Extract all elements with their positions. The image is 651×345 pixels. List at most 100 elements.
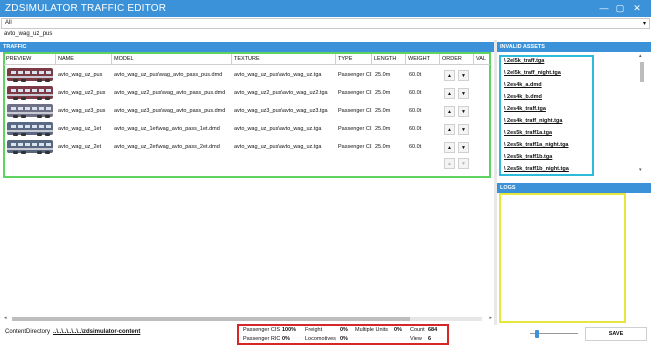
invalid-asset-item[interactable]: \ 2es5k_traff1a_night.tga bbox=[504, 142, 569, 148]
horizontal-scrollbar[interactable]: ◂ ▸ bbox=[4, 315, 492, 322]
invalid-asset-item[interactable]: \ 2es5k_traff1b.tga bbox=[504, 154, 552, 160]
selected-item-name: avto_wag_uz_pus bbox=[4, 31, 53, 37]
wagon-stripe bbox=[7, 76, 53, 78]
wagon-wheel bbox=[13, 79, 18, 82]
freight-label: Freight bbox=[305, 327, 323, 333]
move-up-button[interactable]: ▲ bbox=[444, 142, 455, 153]
move-down-button[interactable]: ▼ bbox=[458, 124, 469, 135]
invalid-asset-item[interactable]: \ 2es4k_traff_night.tga bbox=[504, 118, 562, 124]
wagon-wheel bbox=[13, 133, 18, 136]
move-down-button[interactable]: ▼ bbox=[458, 88, 469, 99]
locomotives-label: Locomotives bbox=[305, 336, 336, 342]
wagon-window bbox=[25, 125, 30, 128]
wagon-wheel bbox=[13, 115, 18, 118]
move-up-button[interactable]: ▲ bbox=[444, 88, 455, 99]
cell-model: avto_wag_uz2_pus\wag_avto_pass_pus.dmd bbox=[114, 90, 226, 96]
move-up-button[interactable]: ▲ bbox=[444, 106, 455, 117]
invalid-asset-item[interactable]: \ 2es4k_traff.tga bbox=[504, 106, 546, 112]
table-row[interactable]: avto_wag_uz_pus avto_wag_uz_pus\wag_avto_… bbox=[4, 66, 490, 84]
move-down-button[interactable]: ▼ bbox=[458, 106, 469, 117]
move-down-button[interactable]: ▼ bbox=[458, 142, 469, 153]
cell-length: 25.0m bbox=[375, 72, 391, 78]
category-filter-select[interactable]: All ▾ bbox=[1, 18, 650, 29]
passenger-ric-value: 0% bbox=[282, 336, 290, 342]
col-type[interactable]: TYPE bbox=[336, 54, 372, 65]
wagon-window bbox=[11, 125, 16, 128]
wagon-window bbox=[46, 125, 51, 128]
invalid-asset-item[interactable]: \ 2es4k_a.dmd bbox=[504, 82, 542, 88]
col-preview[interactable]: PREVIEW bbox=[4, 54, 56, 65]
scroll-right-icon[interactable]: ▸ bbox=[489, 315, 492, 321]
zoom-slider[interactable] bbox=[530, 330, 578, 338]
col-name[interactable]: NAME bbox=[56, 54, 112, 65]
invalid-asset-item[interactable]: \ 2es5k_traff1a.tga bbox=[504, 130, 552, 136]
col-order[interactable]: ORDER bbox=[440, 54, 474, 65]
wagon-window bbox=[39, 107, 44, 110]
count-value: 684 bbox=[428, 327, 438, 333]
cell-type: Passenger CIS bbox=[338, 126, 372, 132]
wagon-stripe bbox=[7, 130, 53, 132]
wagon-window bbox=[11, 71, 16, 74]
invalid-assets-scrollbar[interactable]: ▴ ▾ bbox=[638, 53, 646, 175]
wagon-wheel bbox=[37, 97, 42, 100]
wagon-preview-image bbox=[7, 104, 53, 118]
col-val[interactable]: VAL bbox=[474, 54, 490, 65]
content-directory-link[interactable]: ..\..\..\..\..\..\zdsimulator-content bbox=[53, 329, 140, 335]
move-up-button[interactable]: ▲ bbox=[444, 124, 455, 135]
logs-header: LOGS bbox=[497, 183, 651, 193]
scroll-down-icon[interactable]: ▾ bbox=[639, 167, 642, 173]
cell-texture: avto_wag_uz3_pus\avto_wag_uz3.tga bbox=[234, 108, 328, 114]
col-texture[interactable]: TEXTURE bbox=[232, 54, 336, 65]
table-row[interactable]: avto_wag_uz_1et avto_wag_uz_1et\wag_avto_… bbox=[4, 120, 490, 138]
wagon-window bbox=[11, 107, 16, 110]
scroll-thumb[interactable] bbox=[640, 62, 644, 82]
save-button[interactable]: SAVE bbox=[585, 327, 647, 341]
cell-weight: 60.0t bbox=[409, 108, 422, 114]
cell-texture: avto_wag_uz_pus\avto_wag_uz.tga bbox=[234, 126, 322, 132]
col-length[interactable]: LENGTH bbox=[372, 54, 406, 65]
wagon-window bbox=[39, 143, 44, 146]
scroll-thumb[interactable] bbox=[12, 317, 410, 321]
wagon-window bbox=[32, 71, 37, 74]
cell-weight: 60.0t bbox=[409, 72, 422, 78]
col-weight[interactable]: WEIGHT bbox=[406, 54, 440, 65]
wagon-window bbox=[46, 143, 51, 146]
traffic-header: TRAFFIC bbox=[0, 42, 494, 52]
wagon-wheel bbox=[21, 79, 26, 82]
chevron-down-icon: ▾ bbox=[642, 21, 646, 27]
wagon-window bbox=[32, 125, 37, 128]
wagon-window bbox=[32, 107, 37, 110]
move-up-button[interactable]: ▲ bbox=[444, 70, 455, 81]
multiple-units-label: Multiple Units bbox=[355, 327, 389, 333]
filter-value: All bbox=[5, 20, 12, 26]
close-button[interactable]: ✕ bbox=[630, 1, 644, 15]
scroll-up-icon[interactable]: ▴ bbox=[639, 53, 642, 59]
wagon-wheel bbox=[13, 97, 18, 100]
slider-knob[interactable] bbox=[535, 330, 539, 338]
wagon-preview-image bbox=[7, 68, 53, 82]
cell-model: avto_wag_uz3_pus\wag_avto_pass_pus.dmd bbox=[114, 108, 226, 114]
wagon-window bbox=[18, 89, 23, 92]
move-up-button[interactable]: ▲ bbox=[444, 158, 455, 169]
move-down-button[interactable]: ▼ bbox=[458, 70, 469, 81]
table-row[interactable]: avto_wag_uz3_pus avto_wag_uz3_pus\wag_avt… bbox=[4, 102, 490, 120]
wagon-wheel bbox=[45, 79, 50, 82]
wagon-window bbox=[46, 71, 51, 74]
minimize-button[interactable]: — bbox=[597, 1, 611, 15]
table-row[interactable]: avto_wag_uz2_pus avto_wag_uz2_pus\wag_avt… bbox=[4, 84, 490, 102]
title-bar: ZDSIMULATOR TRAFFIC EDITOR — ▢ ✕ bbox=[0, 0, 651, 17]
wagon-wheel bbox=[21, 115, 26, 118]
cell-type: Passenger CIS bbox=[338, 72, 372, 78]
scroll-left-icon[interactable]: ◂ bbox=[4, 315, 7, 321]
wagon-window bbox=[25, 89, 30, 92]
wagon-window bbox=[46, 107, 51, 110]
invalid-asset-item[interactable]: \ 2el5k_traff.tga bbox=[504, 58, 544, 64]
invalid-asset-item[interactable]: \ 2el5k_traff_night.tga bbox=[504, 70, 561, 76]
invalid-asset-item[interactable]: \ 2es5k_traff1b_night.tga bbox=[504, 166, 569, 172]
move-down-button[interactable]: ▼ bbox=[458, 158, 469, 169]
wagon-window bbox=[18, 143, 23, 146]
invalid-asset-item[interactable]: \ 2es4k_b.dmd bbox=[504, 94, 542, 100]
maximize-button[interactable]: ▢ bbox=[613, 1, 627, 15]
col-model[interactable]: MODEL bbox=[112, 54, 232, 65]
cell-model: avto_wag_uz_1et\wag_avto_pass_1et.dmd bbox=[114, 126, 220, 132]
